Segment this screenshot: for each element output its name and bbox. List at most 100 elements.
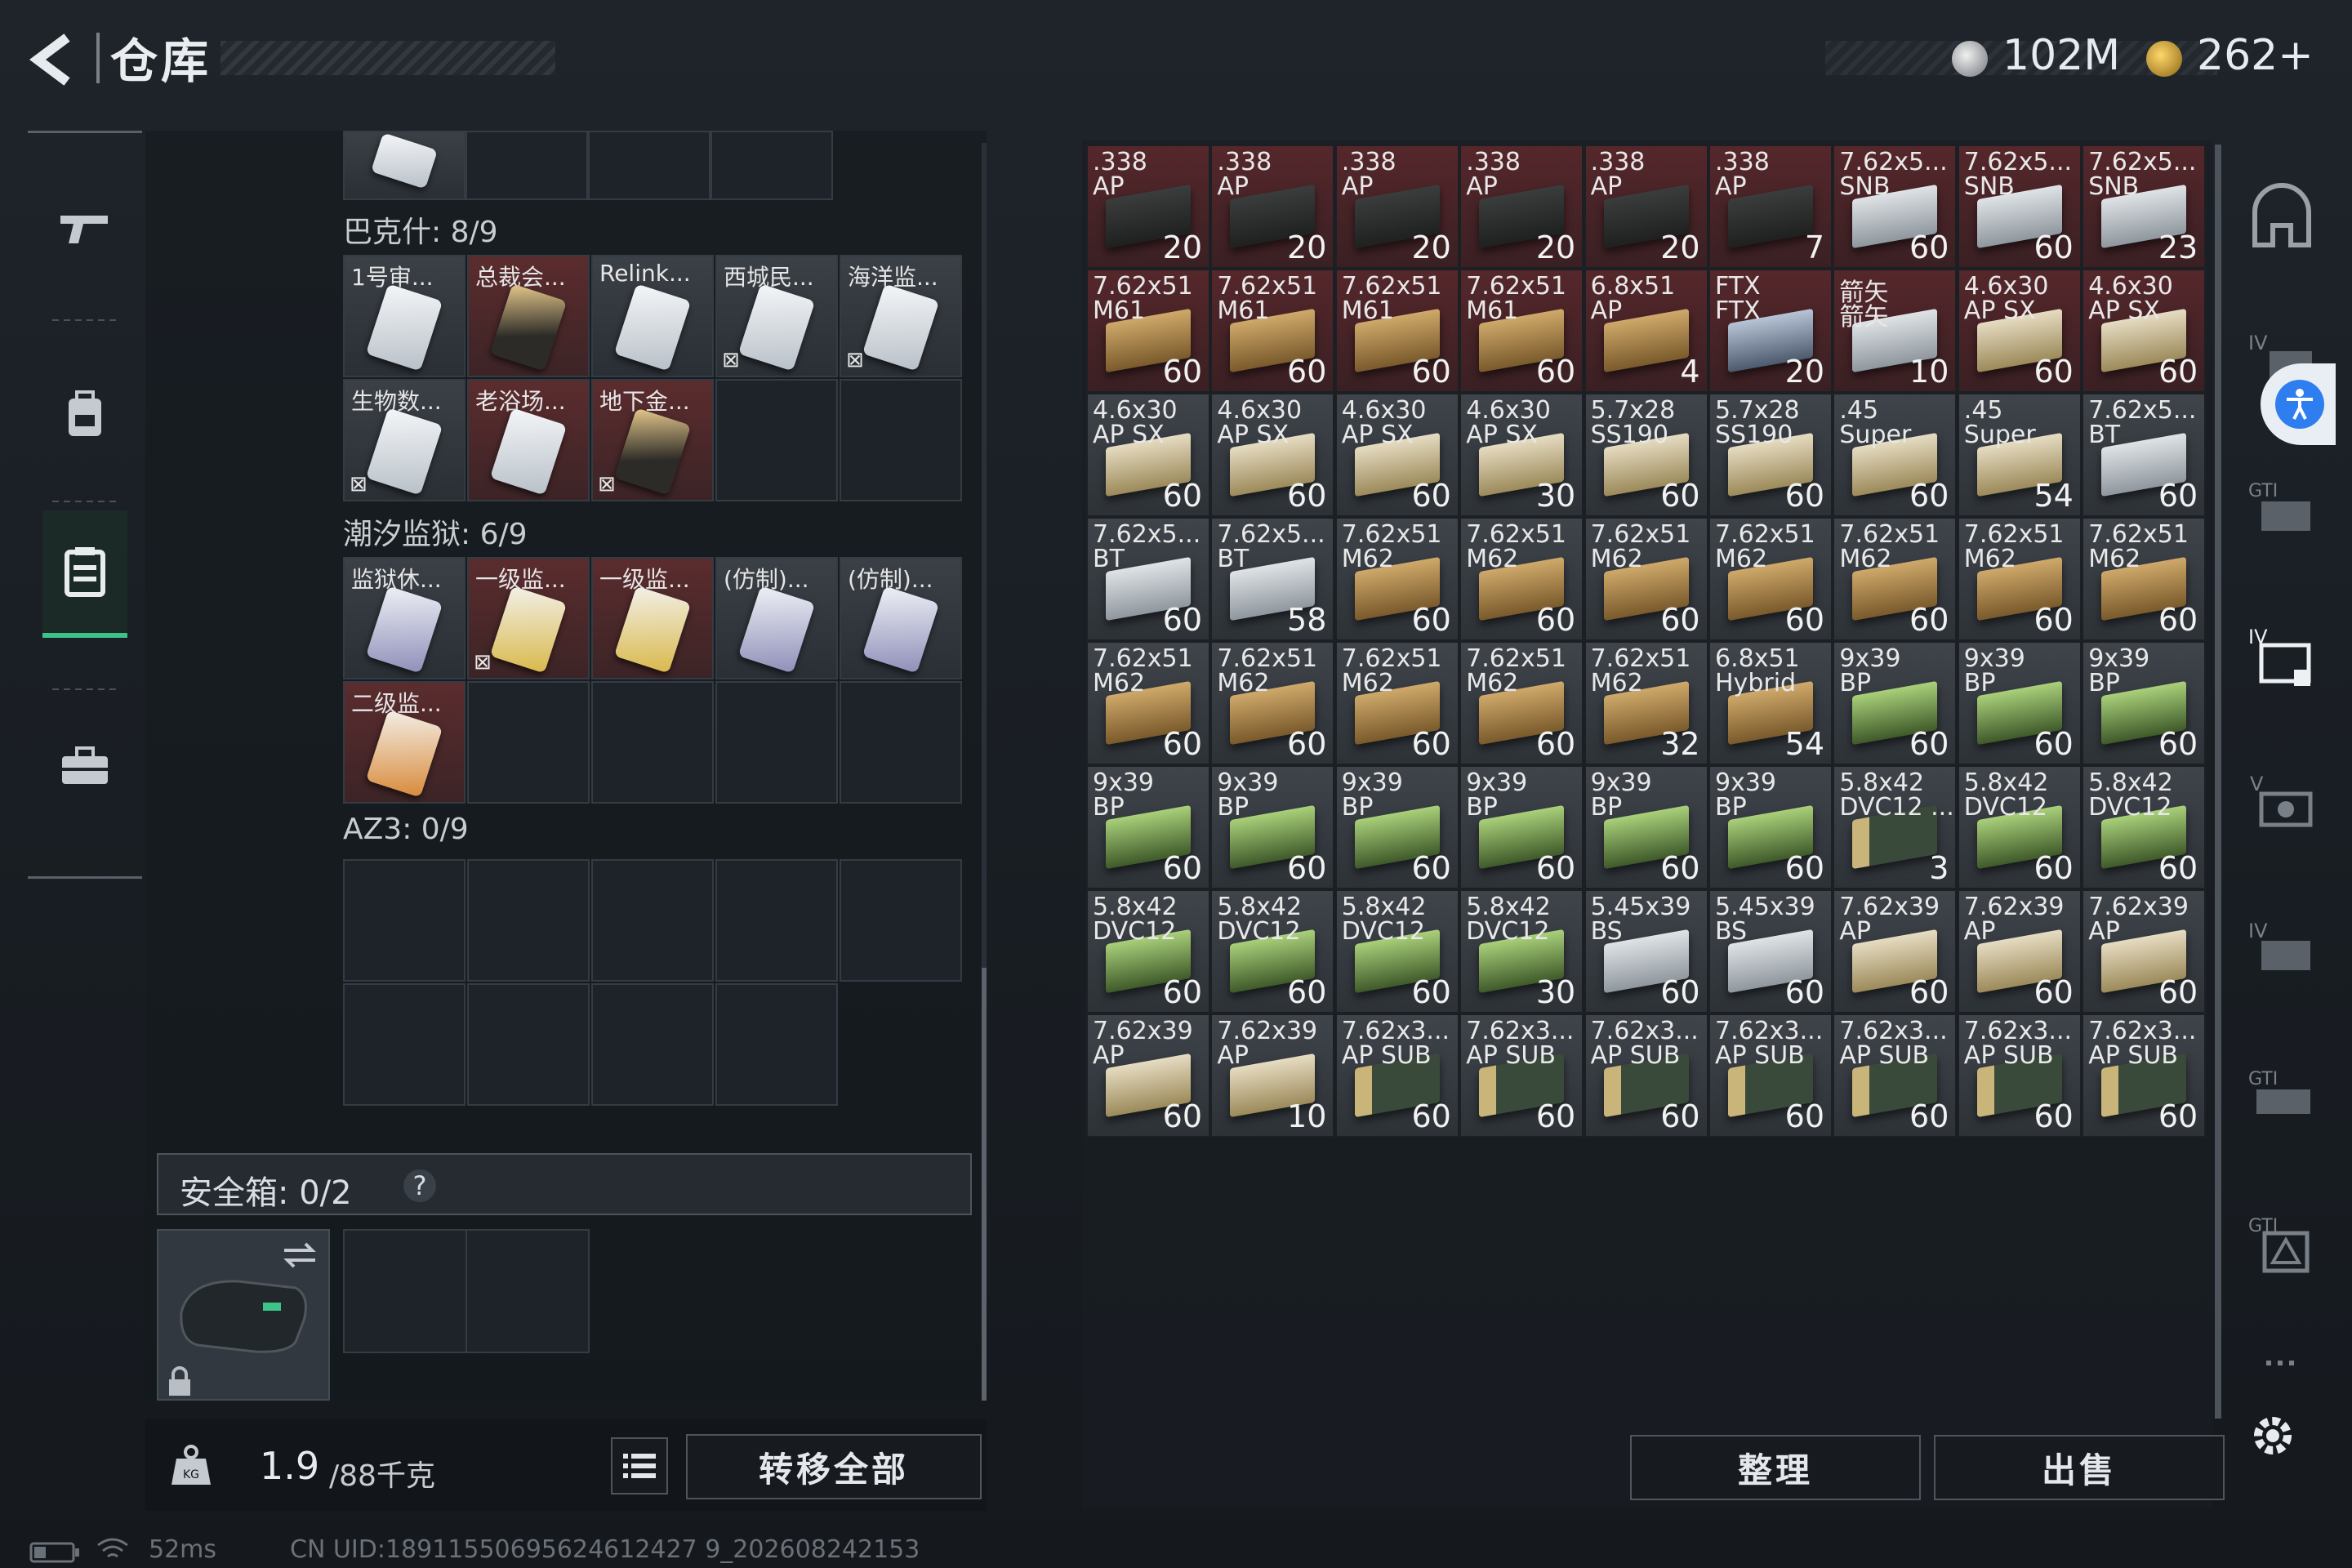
ammo-item[interactable]: 7.62x39 AP 60 (1833, 889, 1958, 1013)
swap-icon[interactable] (281, 1241, 318, 1270)
ammo-item[interactable]: 4.6x30 AP SX 60 (1334, 393, 1459, 517)
ammo-item[interactable]: 5.8x42 DVC12 60 (1210, 889, 1335, 1013)
storage-tab-iv-2-icon[interactable]: IV (2245, 621, 2319, 694)
empty-slot[interactable] (591, 983, 714, 1106)
ammo-item[interactable]: 4.6x30 AP SX 60 (2082, 269, 2207, 393)
ammo-item[interactable]: 7.62x51 M62 60 (1957, 517, 2082, 641)
storage-tab-home-icon[interactable] (2245, 180, 2319, 253)
transfer-all-button[interactable]: 转移全部 (686, 1434, 982, 1499)
ammo-item[interactable]: 4.6x30 AP SX 60 (1210, 393, 1335, 517)
keycard-slot[interactable]: 生物数... ⊠ (343, 379, 466, 501)
empty-slot[interactable] (715, 379, 838, 501)
ammo-item[interactable]: 7.62x51 M61 60 (1334, 269, 1459, 393)
nav-backpack[interactable] (42, 354, 127, 476)
ammo-item[interactable]: .338 AP 20 (1459, 145, 1584, 269)
empty-slot[interactable] (840, 379, 962, 501)
empty-slot[interactable] (710, 131, 833, 200)
empty-slot[interactable] (840, 859, 962, 982)
empty-slot[interactable] (467, 983, 590, 1106)
ammo-item[interactable]: 7.62x51 M62 60 (1708, 517, 1833, 641)
nav-storage[interactable] (42, 510, 127, 638)
storage-tab-gti-1-icon[interactable]: GTI (2245, 474, 2319, 547)
ammo-item[interactable]: 7.62x3... AP SUB 60 (1833, 1013, 1958, 1138)
currency-gold[interactable]: 262+ (2197, 31, 2314, 80)
keycard-slot[interactable]: 海洋监... ⊠ (840, 255, 962, 377)
safe-box-slot[interactable] (466, 1229, 590, 1353)
keycard-slot[interactable]: 二级监... (343, 681, 466, 804)
ammo-item[interactable]: .338 AP 20 (1334, 145, 1459, 269)
ammo-item[interactable]: 7.62x51 M62 60 (1210, 641, 1335, 765)
ammo-item[interactable]: 7.62x5... SNB 60 (1957, 145, 2082, 269)
storage-tab-gti-3-icon[interactable]: GTI (2245, 1209, 2319, 1282)
settings-gear-icon[interactable] (2246, 1409, 2300, 1463)
ammo-item[interactable]: 7.62x51 M61 60 (1210, 269, 1335, 393)
ammo-item[interactable]: .45 Super 60 (1833, 393, 1958, 517)
ammo-item[interactable]: .45 Super 54 (1957, 393, 2082, 517)
storage-tab-v-icon[interactable]: V (2245, 768, 2319, 841)
ammo-item[interactable]: FTX FTX 20 (1708, 269, 1833, 393)
ammo-item[interactable]: 5.45x39 BS 60 (1708, 889, 1833, 1013)
ammo-item[interactable]: 7.62x3... AP SUB 60 (1459, 1013, 1584, 1138)
sell-button[interactable]: 出售 (1934, 1435, 2225, 1500)
ammo-item[interactable]: 7.62x5... BT 60 (2082, 393, 2207, 517)
nav-toolbox[interactable] (42, 705, 127, 827)
ammo-item[interactable]: 5.8x42 DVC12 60 (2082, 765, 2207, 889)
ammo-item[interactable]: 7.62x39 AP 60 (1086, 1013, 1210, 1138)
storage-tab-iv-3-icon[interactable]: IV (2245, 915, 2319, 988)
ammo-item[interactable]: 5.8x42 DVC12 60 (1086, 889, 1210, 1013)
keycard-slot[interactable]: 老浴场... (467, 379, 590, 501)
ammo-item[interactable]: .338 AP 20 (1210, 145, 1335, 269)
ammo-item[interactable]: 7.62x3... AP SUB 60 (1708, 1013, 1833, 1138)
ammo-item[interactable]: 9x39 BP 60 (1086, 765, 1210, 889)
keycard-slot[interactable]: (仿制)... (840, 557, 962, 679)
ammo-item[interactable]: 7.62x51 M61 60 (1086, 269, 1210, 393)
ammo-item[interactable]: 7.62x5... BT 58 (1210, 517, 1335, 641)
ammo-item[interactable]: 5.8x42 DVC12 ... 3 (1833, 765, 1958, 889)
ammo-item[interactable]: 9x39 BP 60 (1210, 765, 1335, 889)
storage-scrollbar[interactable] (2215, 145, 2221, 1419)
empty-slot[interactable] (840, 681, 962, 804)
ammo-item[interactable]: 箭矢 箭矢 10 (1833, 269, 1958, 393)
safe-box-slot[interactable] (343, 1229, 467, 1353)
ammo-item[interactable]: 9x39 BP 60 (2082, 641, 2207, 765)
storage-tab-gti-2-icon[interactable]: GTI (2245, 1062, 2319, 1135)
ammo-item[interactable]: 5.45x39 BS 60 (1584, 889, 1708, 1013)
ammo-item[interactable]: 7.62x39 AP 60 (1957, 889, 2082, 1013)
ammo-item[interactable]: 7.62x51 M62 32 (1584, 641, 1708, 765)
ammo-item[interactable]: 7.62x51 M62 60 (1459, 641, 1584, 765)
empty-slot[interactable] (715, 859, 838, 982)
ammo-item[interactable]: 4.6x30 AP SX 30 (1459, 393, 1584, 517)
empty-slot[interactable] (343, 983, 466, 1106)
ammo-item[interactable]: 6.8x51 AP 4 (1584, 269, 1708, 393)
ammo-item[interactable]: 7.62x5... SNB 23 (2082, 145, 2207, 269)
safe-box-item[interactable] (157, 1229, 330, 1401)
sort-button[interactable]: 整理 (1630, 1435, 1921, 1500)
ammo-item[interactable]: .338 AP 20 (1584, 145, 1708, 269)
empty-slot[interactable] (466, 131, 588, 200)
ammo-item[interactable]: 9x39 BP 60 (1957, 641, 2082, 765)
empty-slot[interactable] (467, 681, 590, 804)
ammo-item[interactable]: 9x39 BP 60 (1459, 765, 1584, 889)
ammo-item[interactable]: 9x39 BP 60 (1833, 641, 1958, 765)
ammo-item[interactable]: .338 AP 7 (1708, 145, 1833, 269)
keycard-slot[interactable]: 一级监... (591, 557, 714, 679)
ammo-item[interactable]: 7.62x51 M62 60 (1833, 517, 1958, 641)
ammo-item[interactable]: 7.62x3... AP SUB 60 (1334, 1013, 1459, 1138)
partial-slot[interactable] (343, 131, 466, 200)
ammo-item[interactable]: .338 AP 20 (1086, 145, 1210, 269)
ammo-item[interactable]: 7.62x51 M62 60 (2082, 517, 2207, 641)
ammo-item[interactable]: 9x39 BP 60 (1584, 765, 1708, 889)
empty-slot[interactable] (715, 681, 838, 804)
empty-slot[interactable] (467, 859, 590, 982)
keycard-slot[interactable]: (仿制)... (715, 557, 838, 679)
help-icon[interactable]: ? (403, 1169, 436, 1202)
ammo-item[interactable]: 7.62x3... AP SUB 60 (2082, 1013, 2207, 1138)
ammo-item[interactable]: 5.8x42 DVC12 30 (1459, 889, 1584, 1013)
ammo-item[interactable]: 7.62x51 M62 60 (1334, 641, 1459, 765)
ammo-item[interactable]: 7.62x51 M62 60 (1584, 517, 1708, 641)
ammo-item[interactable]: 4.6x30 AP SX 60 (1957, 269, 2082, 393)
ammo-item[interactable]: 7.62x5... BT 60 (1086, 517, 1210, 641)
keycard-slot[interactable]: 总裁会... (467, 255, 590, 377)
ammo-item[interactable]: 5.8x42 DVC12 60 (1957, 765, 2082, 889)
ammo-item[interactable]: 7.62x39 AP 10 (1210, 1013, 1335, 1138)
